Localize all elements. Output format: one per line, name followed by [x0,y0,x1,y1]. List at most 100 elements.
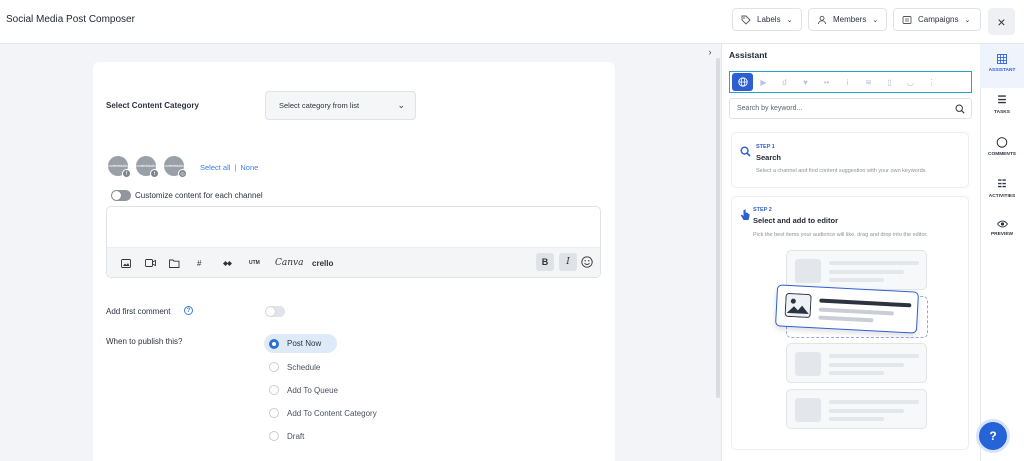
avatar-logo-text: contentstudio [136,164,156,168]
illustration-line [829,409,904,413]
list-icon: ☷ [997,179,1007,190]
illustration-line [818,307,894,316]
category-select[interactable]: Select category from list ⌄ [265,91,416,120]
grid-icon [997,54,1007,64]
link-shortener-icon[interactable] [222,256,233,270]
account-selection: Select all | None [200,163,258,172]
canva-button[interactable]: Canva [275,256,304,270]
labels-label: Labels [757,15,781,24]
checklist-icon: ☰ [997,95,1007,106]
image-placeholder-icon [784,292,812,318]
utm-button[interactable]: UTM [249,256,260,270]
info-icon[interactable]: i [837,73,858,91]
radio-add-to-queue[interactable] [269,385,279,395]
nav-tasks[interactable]: ☰ TASKS [980,95,1024,115]
page-title: Social Media Post Composer [6,14,135,25]
chevron-down-icon: ⌄ [786,16,793,24]
step-2-desc: Pick the best items your audience will l… [753,232,928,238]
folder-open-icon[interactable] [169,256,180,270]
nav-assistant[interactable]: ASSISTANT [980,44,1024,88]
youtube-icon[interactable]: ▶ [753,73,774,91]
chevron-right-icon[interactable]: › [705,47,715,57]
select-all-link[interactable]: Select all [200,163,230,172]
instagram-icon: ◎ [178,169,187,178]
step-2-number: STEP 2 [753,207,772,213]
illustration-line [829,417,884,421]
close-button[interactable]: × [988,8,1015,35]
flickr-icon[interactable]: •• [816,73,837,91]
illustration-line [829,400,919,404]
radio-draft[interactable] [269,431,279,441]
bold-button[interactable]: B [536,253,554,271]
user-icon [818,15,826,24]
nav-preview[interactable]: PREVIEW [980,220,1024,237]
account-avatar-instagram[interactable]: contentstudio ◎ [164,156,187,178]
search-icon [740,146,751,157]
more-icon[interactable]: ⋮ [921,73,942,91]
chevron-down-icon: ⌄ [964,16,971,24]
nav-activities[interactable]: ☷ ACTIVITIES [980,179,1024,199]
header: Social Media Post Composer Labels ⌄ Memb… [0,0,1024,44]
image-icon[interactable] [121,256,131,270]
keyword-search-input[interactable]: Search by keyword... [729,98,972,119]
illustration-card [786,389,927,429]
publish-label: When to publish this? [106,337,183,346]
members-label: Members [833,15,867,24]
customize-toggle[interactable] [111,190,131,201]
account-avatar-facebook[interactable]: contentstudio f [108,156,131,178]
post-editor[interactable]: # UTM Canva crello B I [106,206,601,278]
account-avatar-twitter[interactable]: contentstudio t [136,156,159,178]
twitter-icon[interactable]: ♥ [795,73,816,91]
option-draft[interactable]: Draft [287,432,304,441]
image-placeholder-icon [795,352,821,376]
chevron-down-icon: ⌄ [872,16,879,24]
illustration-line [829,371,884,375]
dailymotion-icon[interactable]: d [774,73,795,91]
members-button[interactable]: Members ⌄ [808,8,887,31]
avatar-logo-text: contentstudio [164,164,184,168]
nav-assistant-label: ASSISTANT [988,68,1016,73]
none-link[interactable]: None [240,163,258,172]
video-icon[interactable] [145,256,156,270]
gif-icon[interactable]: ≋ [858,73,879,91]
nav-comments[interactable]: ◯ COMMENTS [980,137,1024,157]
editor-toolbar: # UTM Canva crello B I [107,247,600,277]
option-add-to-content-category[interactable]: Add To Content Category [287,409,377,418]
option-schedule[interactable]: Schedule [287,363,320,372]
labels-button[interactable]: Labels ⌄ [732,8,802,31]
customize-label: Customize content for each channel [135,191,263,200]
question-icon: ? [989,429,997,443]
folder-icon [902,15,912,24]
image-placeholder-icon [795,259,821,283]
option-post-now[interactable]: Post Now [287,339,321,348]
hashtag-icon[interactable]: # [197,256,201,270]
campaigns-button[interactable]: Campaigns ⌄ [893,8,981,31]
step-2-title: Select and add to editor [753,216,839,225]
channel-bar: ▶ d ♥ •• i ≋ ▯ ◡ ⋮ [729,71,972,93]
illustration-line [829,261,919,265]
pocket-icon[interactable]: ◡ [900,73,921,91]
option-add-to-queue[interactable]: Add To Queue [287,386,338,395]
italic-button[interactable]: I [559,253,577,271]
scrollbar[interactable] [716,58,720,398]
step-1-desc: Select a channel and find content sugges… [756,168,927,174]
first-comment-toggle[interactable] [265,306,285,317]
nav-activities-label: ACTIVITIES [988,194,1016,199]
campaigns-label: Campaigns [918,15,959,24]
illustration-card [786,250,927,290]
pointer-hand-icon [740,209,750,220]
first-comment-label: Add first comment [106,307,171,316]
radio-add-to-content-category[interactable] [269,408,279,418]
crello-button[interactable]: crello [312,256,333,270]
image-placeholder-icon [795,398,821,422]
radio-schedule[interactable] [269,362,279,372]
chevron-down-icon: ⌄ [397,100,405,110]
search-icon[interactable] [955,103,965,114]
help-circle-icon[interactable]: ? [184,306,193,315]
document-icon[interactable]: ▯ [879,73,900,91]
emoji-icon[interactable] [581,255,593,269]
globe-icon[interactable] [732,73,753,91]
radio-post-now[interactable] [269,339,279,349]
step-1-title: Search [756,153,782,162]
help-button[interactable]: ? [976,419,1010,453]
